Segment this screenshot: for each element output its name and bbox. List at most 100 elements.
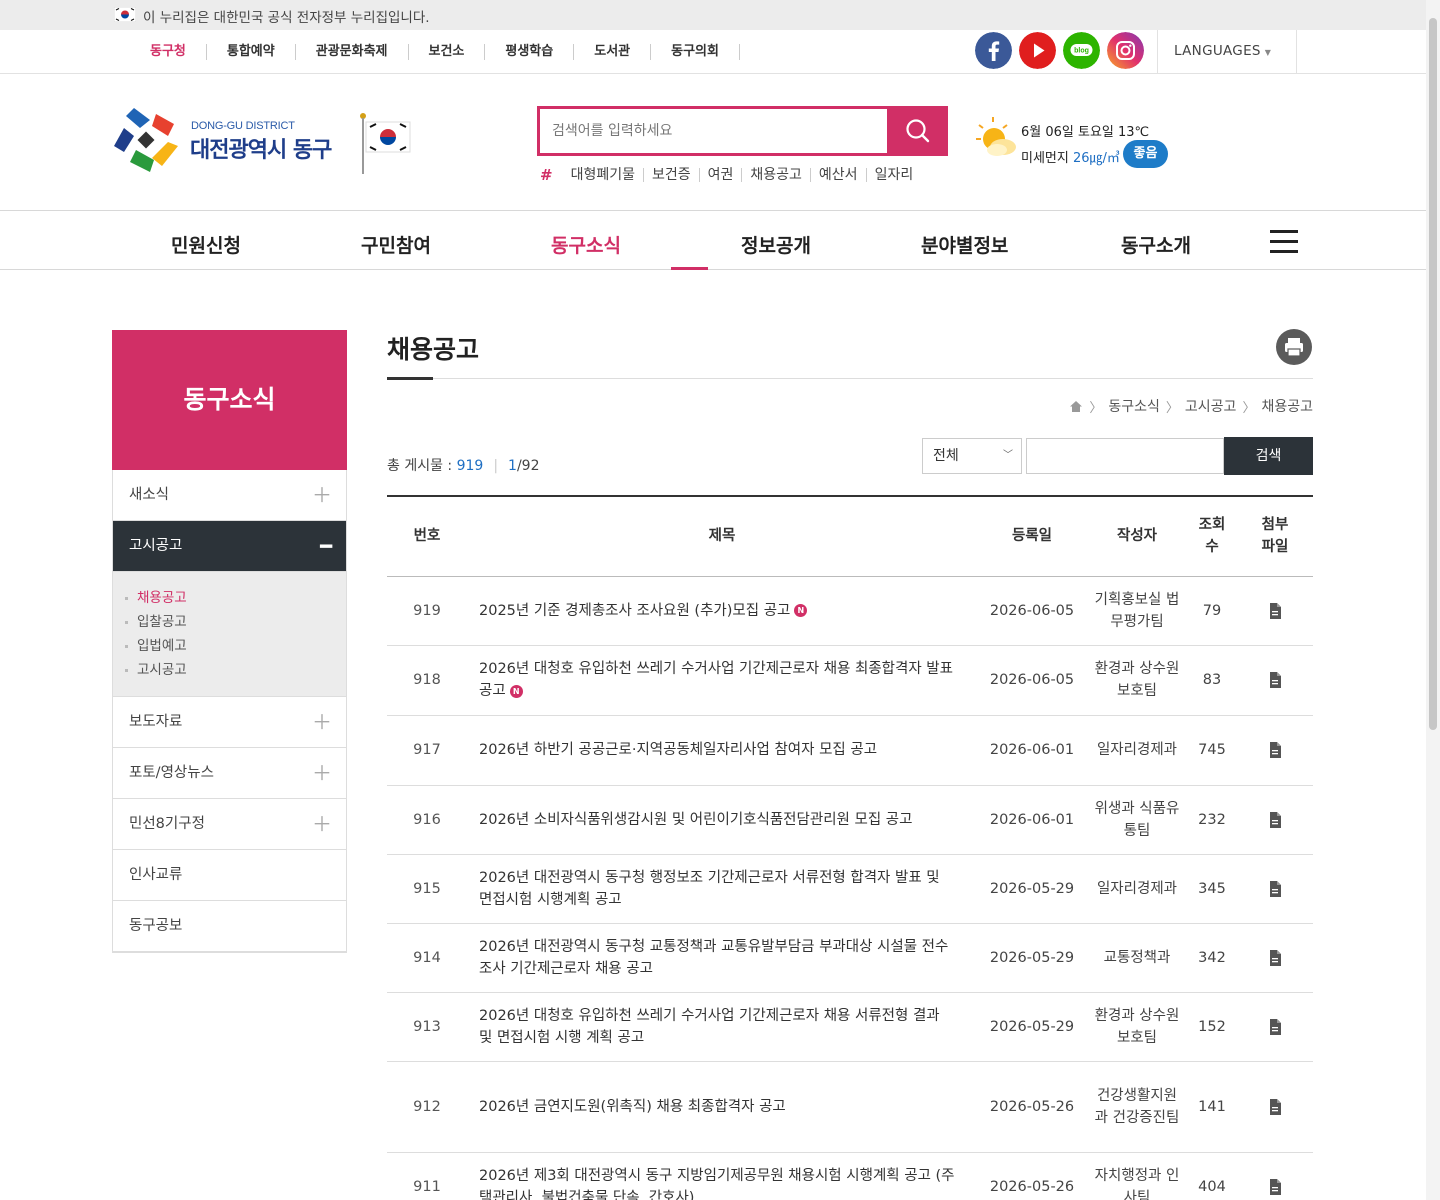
total-label: 총 게시물 : [387, 458, 457, 474]
file-icon[interactable] [1269, 672, 1281, 688]
chevron-right-icon: 〉 [1165, 400, 1179, 416]
row-title-link[interactable]: 2026년 금연지도원(위촉직) 채용 최종합격자 공고 [479, 1099, 786, 1115]
row-title-link[interactable]: 2026년 대청호 유입하천 쓰레기 수거사업 기간제근로자 채용 최종합격자 … [479, 661, 953, 699]
gnb-item-info-disclosure[interactable]: 정보공개 [741, 231, 811, 258]
board-search-input[interactable] [1026, 438, 1224, 474]
row-title-cell: 2026년 하반기 공공근로·지역공동체일자리사업 참여자 모집 공고 [467, 715, 977, 786]
gnb-item-civil-service[interactable]: 민원신청 [171, 231, 241, 258]
row-title-cell: 2026년 대전광역시 동구청 교통정책과 교통유발부담금 부과대상 시설물 전… [467, 923, 977, 993]
row-writer: 기획홍보실 법무평가팀 [1087, 576, 1187, 646]
row-views: 79 [1187, 576, 1237, 646]
instagram-icon[interactable] [1107, 32, 1144, 69]
sns-links: blog [975, 32, 1144, 69]
scrollbar[interactable] [1426, 0, 1440, 1200]
lnb-sub-legislation[interactable]: 입법예고 [125, 634, 346, 658]
popular-keywords: # 대형폐기물 보건증 여권 채용공고 예산서 일자리 [540, 166, 921, 184]
lnb-item-bulletin[interactable]: 동구공보 [113, 901, 346, 952]
file-icon[interactable] [1269, 1018, 1281, 1035]
gnb-item-news[interactable]: 동구소식 [551, 231, 621, 258]
youtube-icon[interactable] [1019, 32, 1056, 69]
plus-icon: ＋ [312, 761, 332, 785]
row-title-link[interactable]: 2026년 소비자식품위생감시원 및 어린이기호식품전담관리원 모집 공고 [479, 812, 912, 828]
facebook-icon[interactable] [975, 32, 1012, 69]
lnb-item-news[interactable]: 새소식 ＋ [113, 470, 346, 521]
lnb-sub-recruitment[interactable]: 채용공고 [125, 586, 346, 610]
site-link-council[interactable]: 동구의회 [651, 44, 740, 60]
caret-down-icon: ▼ [1264, 48, 1272, 57]
breadcrumb-item[interactable]: 동구소식 [1108, 396, 1160, 416]
col-header-date: 등록일 [977, 496, 1087, 577]
row-writer: 위생과 식품유통팀 [1087, 785, 1187, 855]
lnb-item-press[interactable]: 보도자료 ＋ [113, 697, 346, 748]
file-icon[interactable] [1269, 1098, 1281, 1115]
file-icon[interactable] [1269, 811, 1281, 828]
lnb-sub-public-notice[interactable]: 고시공고 [125, 658, 346, 682]
keyword-link[interactable]: 채용공고 [742, 168, 811, 182]
row-number: 912 [387, 1061, 467, 1153]
search-box [537, 106, 948, 156]
row-title-link[interactable]: 2026년 대전광역시 동구청 교통정책과 교통유발부담금 부과대상 시설물 전… [479, 939, 948, 977]
table-row[interactable]: 912 2026년 금연지도원(위촉직) 채용 최종합격자 공고 2026-05-2… [387, 1061, 1313, 1153]
row-title-link[interactable]: 2026년 대청호 유입하천 쓰레기 수거사업 기간제근로자 채용 서류전형 결… [479, 1008, 940, 1046]
scrollbar-thumb[interactable] [1429, 18, 1437, 730]
site-link-health-center[interactable]: 보건소 [409, 44, 486, 60]
table-row[interactable]: 913 2026년 대청호 유입하천 쓰레기 수거사업 기간제근로자 채용 서류전… [387, 992, 1313, 1062]
file-icon[interactable] [1269, 880, 1281, 897]
languages-label: LANGUAGES [1174, 43, 1261, 59]
file-icon[interactable] [1269, 602, 1281, 619]
table-row[interactable]: 911 2026년 제3회 대전광역시 동구 지방임기제공무원 채용시험 시행계획… [387, 1152, 1313, 1200]
lnb-sub-bidding[interactable]: 입찰공고 [125, 610, 346, 634]
breadcrumb-item[interactable]: 고시공고 [1185, 396, 1237, 416]
lnb-item-administration[interactable]: 민선8기구정 ＋ [113, 799, 346, 850]
row-date: 2026-05-26 [977, 1152, 1087, 1200]
keyword-link[interactable]: 대형폐기물 [563, 168, 644, 182]
hamburger-menu-icon[interactable] [1270, 230, 1298, 253]
gnb-active-indicator [671, 267, 708, 270]
row-title-link[interactable]: 2026년 제3회 대전광역시 동구 지방임기제공무원 채용시험 시행계획 공고… [479, 1168, 955, 1200]
board-search-button[interactable]: 검색 [1224, 437, 1313, 475]
site-link-donggu[interactable]: 동구청 [130, 44, 207, 60]
blog-icon[interactable]: blog [1063, 32, 1100, 69]
gnb-item-about[interactable]: 동구소개 [1121, 231, 1191, 258]
row-writer: 일자리경제과 [1087, 715, 1187, 786]
table-row[interactable]: 917 2026년 하반기 공공근로·지역공동체일자리사업 참여자 모집 공고 20… [387, 715, 1313, 786]
row-title-cell: 2025년 기준 경제총조사 조사요원 (추가)모집 공고 N [467, 576, 977, 646]
keyword-link[interactable]: 일자리 [867, 168, 922, 182]
home-icon[interactable] [1069, 400, 1083, 413]
board-search: 전체 ﹀ 검색 [922, 437, 1313, 475]
row-views: 745 [1187, 715, 1237, 786]
search-input[interactable] [540, 109, 880, 153]
row-title-link[interactable]: 2025년 기준 경제총조사 조사요원 (추가)모집 공고 [479, 603, 790, 619]
gnb-item-field-info[interactable]: 분야별정보 [921, 231, 1008, 258]
row-title-link[interactable]: 2026년 하반기 공공근로·지역공동체일자리사업 참여자 모집 공고 [479, 742, 877, 758]
lnb-item-photo-video[interactable]: 포토/영상뉴스 ＋ [113, 748, 346, 799]
site-link-lifelong-learning[interactable]: 평생학습 [485, 44, 575, 60]
gnb-item-participation[interactable]: 구민참여 [361, 231, 431, 258]
minus-icon: ━ [319, 534, 332, 558]
plus-icon: ＋ [312, 710, 332, 734]
side-navigation: 새소식 ＋ 고시공고 ━ 채용공고 입찰공고 입법예고 고시공고 보도자료 ＋ 포토/… [112, 470, 347, 953]
file-icon[interactable] [1269, 742, 1281, 758]
languages-dropdown[interactable]: LANGUAGES ▼ [1157, 30, 1297, 73]
table-row[interactable]: 914 2026년 대전광역시 동구청 교통정책과 교통유발부담금 부과대상 시설… [387, 923, 1313, 993]
site-link-reservation[interactable]: 통합예약 [207, 44, 296, 60]
file-icon[interactable] [1269, 1179, 1281, 1195]
keyword-link[interactable]: 보건증 [644, 168, 700, 182]
keyword-link[interactable]: 예산서 [811, 168, 867, 182]
site-link-tourism[interactable]: 관광문화축제 [296, 44, 409, 60]
print-button[interactable] [1276, 329, 1312, 365]
lnb-item-personnel[interactable]: 인사교류 [113, 850, 346, 901]
keyword-link[interactable]: 여권 [700, 168, 743, 182]
table-row[interactable]: 918 2026년 대청호 유입하천 쓰레기 수거사업 기간제근로자 채용 최종합… [387, 645, 1313, 716]
row-views: 345 [1187, 854, 1237, 924]
row-title-link[interactable]: 2026년 대전광역시 동구청 행정보조 기간제근로자 서류전형 합격자 발표 … [479, 870, 940, 908]
search-button[interactable] [887, 106, 948, 156]
plus-icon: ＋ [312, 812, 332, 836]
table-row[interactable]: 916 2026년 소비자식품위생감시원 및 어린이기호식품전담관리원 모집 공고… [387, 785, 1313, 855]
table-row[interactable]: 919 2025년 기준 경제총조사 조사요원 (추가)모집 공고 N 2026-06… [387, 576, 1313, 646]
site-link-library[interactable]: 도서관 [574, 44, 652, 60]
lnb-item-notices[interactable]: 고시공고 ━ [113, 521, 346, 572]
file-icon[interactable] [1269, 949, 1281, 966]
search-category-select[interactable]: 전체 ﹀ [922, 438, 1022, 474]
table-row[interactable]: 915 2026년 대전광역시 동구청 행정보조 기간제근로자 서류전형 합격자 … [387, 854, 1313, 924]
